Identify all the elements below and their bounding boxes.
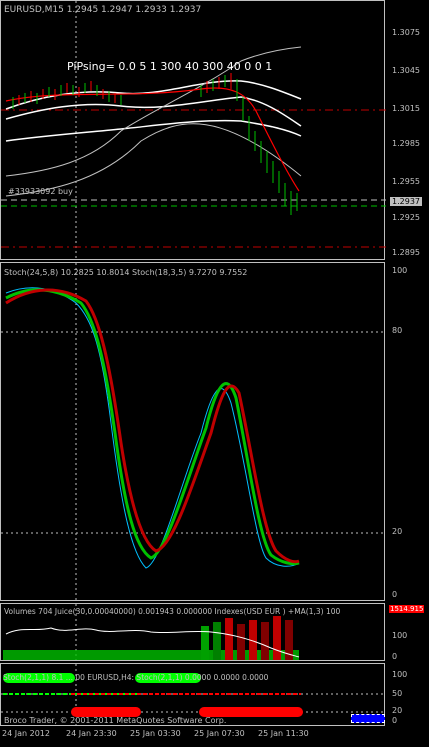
- signal-tick: 0: [392, 716, 398, 725]
- volumes-tick: 0: [392, 652, 398, 661]
- price-scale: 1.3075 1.3045 1.3015 1.2985 1.2955 1.293…: [386, 0, 429, 260]
- volumes-pane[interactable]: Volumes 704 Juice(30,0.00040000) 0.00194…: [0, 603, 385, 662]
- stoch-tick: 20: [392, 527, 403, 536]
- blue-marker: [351, 714, 385, 723]
- stoch-fast-line: [5, 287, 300, 569]
- signal-tick: 50: [392, 689, 403, 698]
- time-label: 25 Jan 11:30: [258, 729, 309, 738]
- price-chart-canvas: [1, 1, 386, 261]
- price-tick: 1.2955: [392, 177, 420, 186]
- band-outer-lower-line: [5, 123, 302, 197]
- signal-title: Stoch(2,1,1) 8.1 ... 00 EURUSD,H4: Stoch…: [3, 673, 269, 682]
- stochastic-pane[interactable]: Stoch(24,5,8) 10.2825 10.8014 Stoch(18,3…: [0, 262, 386, 602]
- volumes-tick: 100: [392, 631, 408, 640]
- time-label: 25 Jan 03:30: [130, 729, 181, 738]
- volumes-badge: 1514.915: [389, 605, 425, 613]
- footer-copyright: Broco Trader, © 2001-2011 MetaQuotes Sof…: [4, 716, 227, 725]
- price-tick: 1.3075: [392, 28, 420, 37]
- time-label: 24 Jan 23:30: [66, 729, 117, 738]
- volumes-title: Volumes 704 Juice(30,0.00040000) 0.00194…: [4, 607, 341, 616]
- time-label: 25 Jan 07:30: [194, 729, 245, 738]
- price-tick: 1.3015: [392, 104, 420, 113]
- price-badge: 1.2937: [390, 197, 422, 206]
- price-chart-title: EURUSD,M15 1.2945 1.2947 1.2933 1.2937: [4, 5, 202, 15]
- time-label: 24 Jan 2012: [2, 729, 50, 738]
- stoch-tick: 0: [392, 590, 398, 599]
- stochastic-scale: 100 80 20 0: [386, 262, 429, 601]
- price-tick: 1.2925: [392, 213, 420, 222]
- signal-tick: 100: [392, 670, 408, 679]
- signal-tick: 20: [392, 706, 403, 715]
- signal-scale: 100 50 20 0: [386, 663, 429, 726]
- time-axis: 24 Jan 2012 24 Jan 23:30 25 Jan 03:30 25…: [0, 726, 429, 747]
- stochastic-canvas: [1, 263, 386, 602]
- envelope-lower-line: [5, 119, 302, 142]
- stoch-tick: 80: [392, 326, 403, 335]
- volume-bars: [3, 616, 299, 660]
- pipsing-label: PiPsing= 0.0 5 1 300 40 300 40 0 0 1: [67, 60, 273, 73]
- volumes-scale: 1514.915 100 0: [386, 603, 429, 661]
- stoch-tick: 100: [392, 266, 408, 275]
- stochastic-title: Stoch(24,5,8) 10.2825 10.8014 Stoch(18,3…: [4, 268, 248, 277]
- signal-pane[interactable]: Stoch(2,1,1) 8.1 ... 00 EURUSD,H4: Stoch…: [0, 663, 386, 727]
- order-label: #33933092 buy: [8, 187, 73, 196]
- price-tick: 1.3045: [392, 66, 420, 75]
- price-tick: 1.2985: [392, 139, 420, 148]
- price-chart-pane[interactable]: EURUSD,M15 1.2945 1.2947 1.2933 1.2937 P…: [0, 0, 386, 261]
- price-tick: 1.2895: [392, 248, 420, 257]
